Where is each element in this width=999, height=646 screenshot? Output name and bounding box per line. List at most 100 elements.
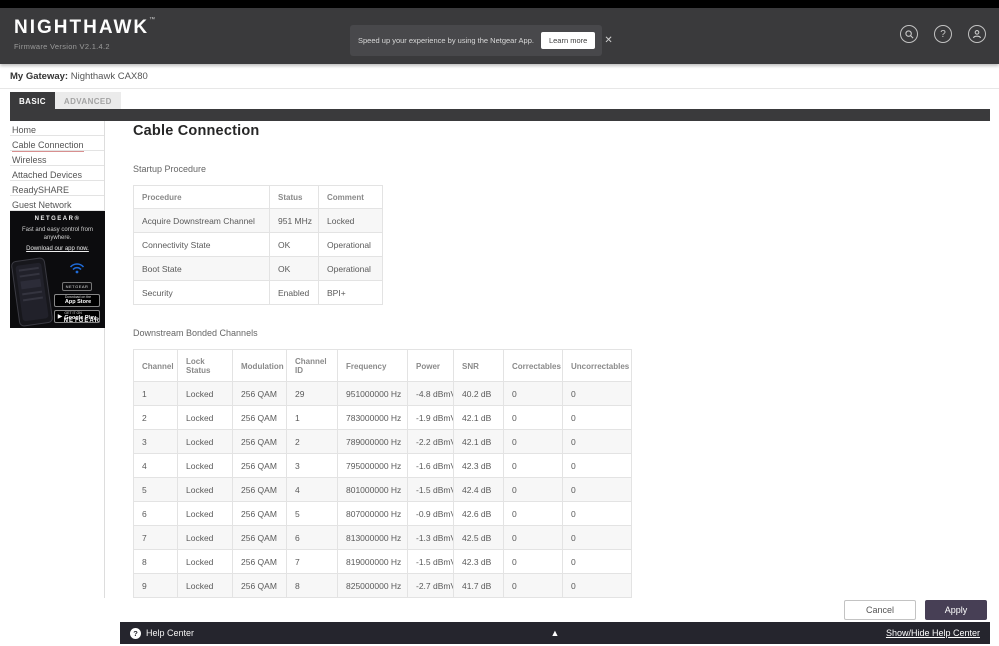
gateway-name: Nighthawk CAX80 <box>70 71 148 82</box>
action-buttons: Cancel Apply <box>844 600 987 620</box>
page-title: Cable Connection <box>133 123 260 139</box>
table-cell: Locked <box>318 208 383 233</box>
gateway-label: My Gateway: <box>10 71 69 82</box>
promo-download-link[interactable]: Download our app now. <box>14 246 101 252</box>
brand-logo: NIGHTHAWK™ Firmware Version V2.1.4.2 <box>14 17 155 51</box>
table-cell: 0 <box>562 477 632 502</box>
startup-procedure-label: Startup Procedure <box>133 164 207 174</box>
table-row: 4 Locked 256 QAM 3 795000000 Hz -1.6 dBmV 42.3… <box>133 453 632 478</box>
table-cell: Locked <box>177 549 233 574</box>
table-header-row: Channel Lock Status Modulation Channel ID Fr… <box>133 349 632 382</box>
learn-more-button[interactable]: Learn more <box>540 32 596 49</box>
tab-advanced[interactable]: ADVANCED <box>54 92 121 110</box>
sidebar-item-attached-devices[interactable]: Attached Devices <box>10 166 104 181</box>
table-cell: -4.8 dBmV <box>407 381 454 406</box>
netgear-app-promo: NETGEAR® Fast and easy control from anyw… <box>10 211 105 328</box>
downstream-channels-table: Channel Lock Status Modulation Channel ID Fr… <box>133 349 632 598</box>
table-cell: 5 <box>286 501 338 526</box>
downstream-channels-label: Downstream Bonded Channels <box>133 328 258 338</box>
table-row: Boot State OK Operational <box>133 256 383 281</box>
help-center-toggle[interactable]: ? Help Center <box>130 627 194 639</box>
table-row: 5 Locked 256 QAM 4 801000000 Hz -1.5 dBmV 42.4… <box>133 477 632 502</box>
table-cell: Locked <box>177 525 233 550</box>
table-cell: Security <box>133 280 270 305</box>
app-header: NIGHTHAWK™ Firmware Version V2.1.4.2 Spe… <box>0 8 999 64</box>
table-cell: 10 <box>133 597 178 598</box>
sidebar-item-guest-network[interactable]: Guest Network <box>10 196 104 211</box>
apply-button[interactable]: Apply <box>925 600 987 620</box>
header-icons: ? <box>900 25 986 43</box>
sidebar-nav: Home Cable Connection Wireless Attached … <box>10 121 105 598</box>
table-cell: OK <box>269 256 319 281</box>
table-cell: 0 <box>562 597 632 598</box>
promo-brand-bottom: NETGEAR <box>63 318 100 324</box>
column-header: SNR <box>453 349 504 382</box>
table-row: 3 Locked 256 QAM 2 789000000 Hz -2.2 dBmV 42.1… <box>133 429 632 454</box>
column-header: Channel <box>133 349 178 382</box>
sidebar-item-cable-connection[interactable]: Cable Connection <box>10 136 104 152</box>
table-cell: 0 <box>562 573 632 598</box>
table-cell: -3.1 dBmV <box>407 597 454 598</box>
table-cell: 42.3 dB <box>453 453 504 478</box>
sidebar-item-home[interactable]: Home <box>10 121 104 136</box>
table-cell: 807000000 Hz <box>337 501 408 526</box>
table-cell: 783000000 Hz <box>337 405 408 430</box>
startup-procedure-table: Procedure Status Comment Acquire Downstrea… <box>133 185 383 305</box>
content-top-strip <box>10 109 990 121</box>
sidebar-item-readyshare[interactable]: ReadySHARE <box>10 181 104 196</box>
table-cell: 0 <box>562 501 632 526</box>
table-cell: 0 <box>503 573 563 598</box>
column-header: Power <box>407 349 454 382</box>
column-header: Status <box>269 185 319 209</box>
table-row: 10Locked256 QAM9831000000 Hz-3.1 dBmV41.… <box>133 597 632 598</box>
table-cell: 0 <box>503 453 563 478</box>
show-hide-help-link[interactable]: Show/Hide Help Center <box>886 628 980 638</box>
table-cell: 4 <box>286 477 338 502</box>
table-cell: Operational <box>318 256 383 281</box>
table-cell: 0 <box>562 549 632 574</box>
table-cell: -1.9 dBmV <box>407 405 454 430</box>
table-cell: 41.4 dB <box>453 597 504 598</box>
table-cell: 825000000 Hz <box>337 573 408 598</box>
table-cell: 256 QAM <box>232 453 287 478</box>
table-cell: 0 <box>562 405 632 430</box>
help-center-bar: ? Help Center ▲ Show/Hide Help Center <box>120 622 990 644</box>
column-header: Correctables <box>503 349 563 382</box>
table-cell: 8 <box>133 549 178 574</box>
table-cell: 256 QAM <box>232 381 287 406</box>
table-cell: -2.2 dBmV <box>407 429 454 454</box>
table-cell: 951 MHz <box>269 208 319 233</box>
banner-text: Speed up your experience by using the Ne… <box>358 36 534 45</box>
question-icon: ? <box>130 627 141 639</box>
table-row: 7 Locked 256 QAM 6 813000000 Hz -1.3 dBmV 42.5… <box>133 525 632 550</box>
table-cell: 831000000 Hz <box>337 597 408 598</box>
table-header-row: Procedure Status Comment <box>133 185 383 209</box>
table-cell: 42.6 dB <box>453 501 504 526</box>
chevron-up-icon[interactable]: ▲ <box>551 628 560 638</box>
table-cell: Acquire Downstream Channel <box>133 208 270 233</box>
table-cell: 4 <box>133 453 178 478</box>
play-icon: ▶ <box>57 313 63 320</box>
close-icon[interactable]: ✕ <box>602 33 614 48</box>
tab-basic[interactable]: BASIC <box>10 92 55 110</box>
table-cell: Operational <box>318 232 383 257</box>
table-cell: Enabled <box>269 280 319 305</box>
table-cell: 819000000 Hz <box>337 549 408 574</box>
cancel-button[interactable]: Cancel <box>844 600 916 620</box>
sidebar-item-wireless[interactable]: Wireless <box>10 151 104 166</box>
table-cell: 0 <box>503 477 563 502</box>
account-icon[interactable] <box>968 25 986 43</box>
table-cell: 42.5 dB <box>453 525 504 550</box>
table-cell: -1.5 dBmV <box>407 477 454 502</box>
table-cell: 1 <box>133 381 178 406</box>
column-header: Procedure <box>133 185 270 209</box>
promo-text: Fast and easy control from anywhere. <box>21 227 94 242</box>
table-cell: 256 QAM <box>232 477 287 502</box>
help-icon[interactable]: ? <box>934 25 952 43</box>
app-store-badge[interactable]: Download on the App Store <box>54 294 100 307</box>
table-cell: BPI+ <box>318 280 383 305</box>
search-icon[interactable] <box>900 25 918 43</box>
column-header: Uncorrectables <box>562 349 632 382</box>
table-cell: 256 QAM <box>232 597 287 598</box>
promo-app-chip: NETGEAR <box>61 282 93 291</box>
